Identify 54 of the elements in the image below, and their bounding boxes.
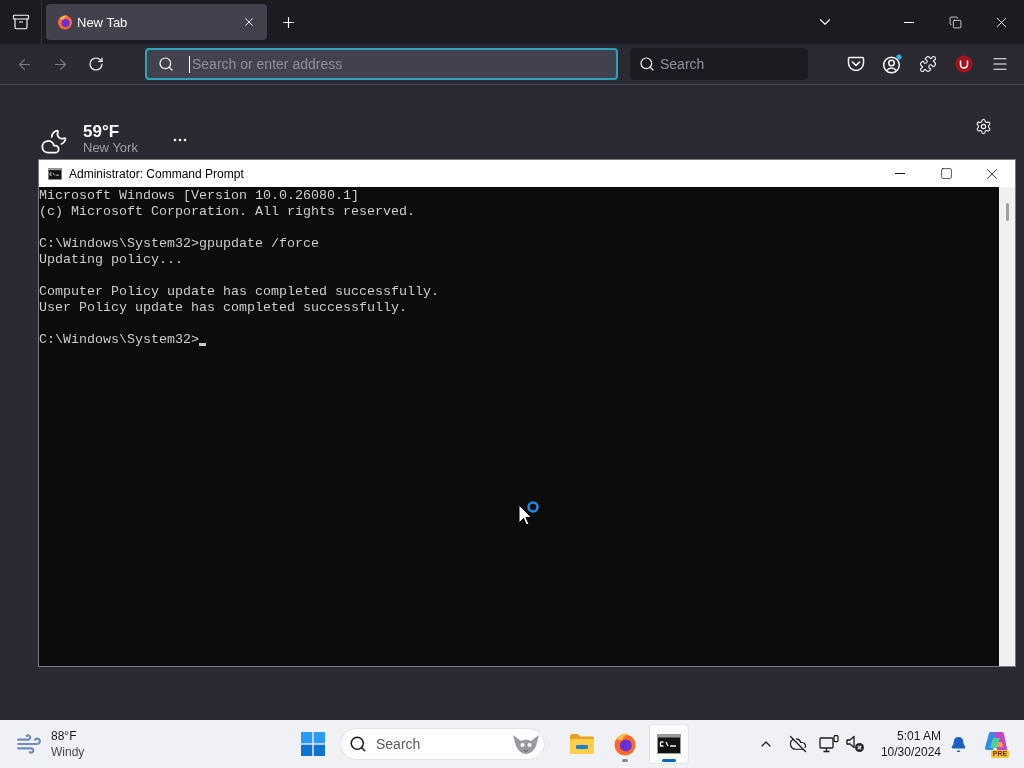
more-icon — [173, 138, 187, 142]
window-title: Administrator: Command Prompt — [69, 166, 244, 181]
text-cursor — [189, 56, 190, 73]
scrollbar-thumb[interactable] — [1005, 203, 1009, 221]
search-field[interactable]: Search — [630, 48, 808, 80]
wind-icon — [16, 731, 42, 757]
close-icon — [242, 15, 256, 29]
console-line: Microsoft Windows [Version 10.0.26080.1] — [39, 188, 360, 204]
console-line: User Policy update has completed successfully. — [39, 300, 408, 316]
terminal-icon — [48, 167, 62, 180]
temperature-text: 59°F — [83, 122, 121, 141]
console-line: (c) Microsoft Corporation. All rights reserved. — [39, 204, 416, 220]
address-field[interactable]: Search or enter address — [145, 48, 618, 80]
taskbar-search-field[interactable]: Search — [340, 728, 545, 760]
archive-icon — [11, 13, 30, 31]
minimize-icon — [904, 21, 914, 23]
search-icon — [639, 56, 655, 72]
shield-chevron-icon — [847, 55, 865, 73]
browser-tab[interactable]: New Tab — [46, 4, 267, 40]
menu-icon — [991, 55, 1009, 73]
maximize-icon — [939, 167, 953, 180]
temperature-text: 88°F — [51, 728, 78, 744]
busy-cursor-icon — [518, 500, 540, 527]
console-line: Updating policy... — [39, 252, 184, 268]
restore-icon — [948, 15, 962, 29]
scrollbar[interactable] — [999, 187, 1015, 666]
minimize-icon — [895, 173, 905, 174]
bat-icon — [511, 732, 541, 756]
folder-icon — [570, 734, 594, 754]
search-icon — [158, 56, 174, 72]
cloud-off-icon — [789, 735, 807, 753]
monitor-icon — [819, 735, 839, 753]
taskbar-app-button[interactable] — [649, 724, 689, 764]
puzzle-icon — [919, 55, 937, 73]
bell-icon — [949, 735, 967, 753]
time-text: 5:01 AM — [896, 728, 941, 744]
speaker-muted-icon — [845, 735, 865, 753]
reload-icon — [88, 56, 104, 72]
browser-icon — [613, 732, 637, 756]
condition-text: Windy — [51, 744, 85, 760]
settings-icon — [974, 117, 992, 135]
console-line: C:\Windows\System32>gpupdate /force — [39, 236, 320, 252]
location-text: New York — [83, 141, 139, 155]
extension-badge-icon — [955, 55, 973, 73]
swirl-icon — [984, 730, 1008, 752]
cloud-moon-icon — [40, 127, 68, 155]
prompt-text: C:\Windows\System32> — [39, 332, 199, 348]
account-icon — [882, 54, 902, 74]
search-icon — [349, 735, 367, 753]
terminal-icon — [657, 734, 681, 754]
date-text: 10/30/2024 — [880, 744, 941, 760]
browser-logo-icon — [57, 14, 73, 30]
start-icon — [301, 732, 325, 756]
console-line: Computer Policy update has completed successfully. — [39, 284, 440, 300]
